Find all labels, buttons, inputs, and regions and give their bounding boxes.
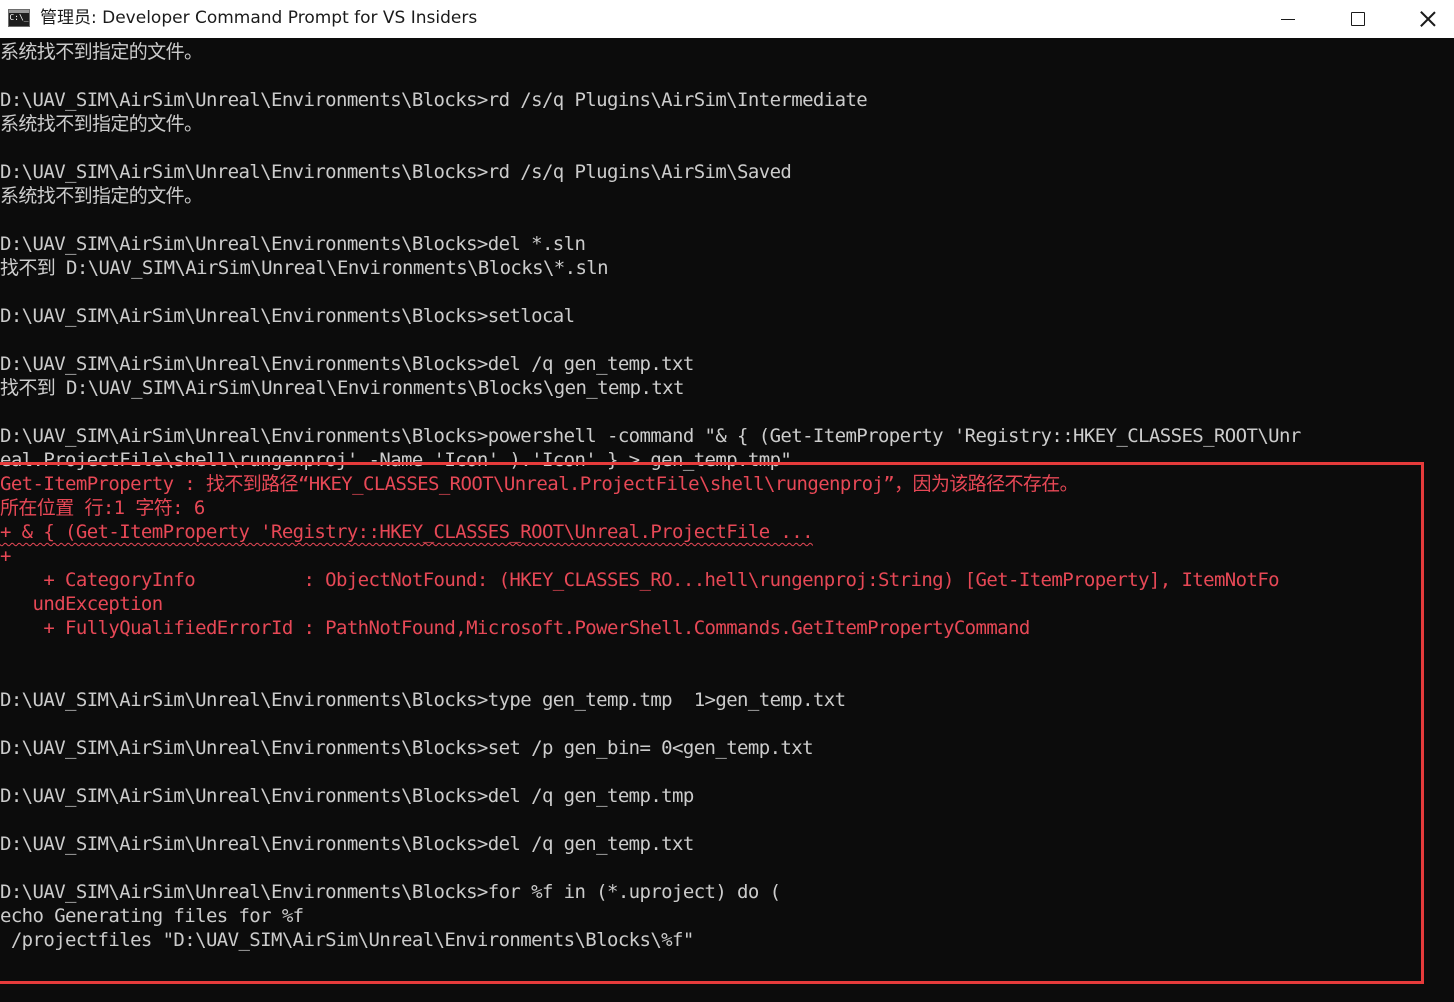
console-line: undException [0,593,164,615]
console-line: 找不到 D:\UAV_SIM\AirSim\Unreal\Environment… [0,257,609,279]
console-line: D:\UAV_SIM\AirSim\Unreal\Environments\Bl… [0,833,694,855]
console-line: 所在位置 行:1 字符: 6 [0,497,205,519]
console-output[interactable]: 系统找不到指定的文件。 D:\UAV_SIM\AirSim\Unreal\Envi… [0,40,1438,1002]
maximize-icon [1351,12,1365,26]
vertical-scrollbar[interactable] [1438,38,1454,1002]
close-icon [1420,11,1436,27]
minimize-button[interactable] [1253,0,1323,38]
minimize-icon [1281,18,1295,20]
console-line: D:\UAV_SIM\AirSim\Unreal\Environments\Bl… [0,161,792,183]
console-line: 系统找不到指定的文件。 [0,113,203,135]
console-line: D:\UAV_SIM\AirSim\Unreal\Environments\Bl… [0,737,814,759]
window-title: 管理员: Developer Command Prompt for VS Ins… [40,8,478,28]
console-line: + [0,545,11,567]
console-line: D:\UAV_SIM\AirSim\Unreal\Environments\Bl… [0,881,781,903]
console-line: D:\UAV_SIM\AirSim\Unreal\Environments\Bl… [0,785,694,807]
title-bar[interactable]: C:\_ 管理员: Developer Command Prompt for V… [0,0,1454,38]
console-line: echo Generating files for %f [0,905,304,927]
maximize-button[interactable] [1323,0,1393,38]
console-line: 系统找不到指定的文件。 [0,41,203,63]
console-line: D:\UAV_SIM\AirSim\Unreal\Environments\Bl… [0,89,868,111]
command-prompt-icon: C:\_ [8,9,30,27]
console-line: /projectfiles "D:\UAV_SIM\AirSim\Unreal\… [0,929,694,951]
console-line: D:\UAV_SIM\AirSim\Unreal\Environments\Bl… [0,353,694,375]
close-button[interactable] [1393,0,1454,38]
console-line: D:\UAV_SIM\AirSim\Unreal\Environments\Bl… [0,233,586,255]
console-line: D:\UAV_SIM\AirSim\Unreal\Environments\Bl… [0,305,575,327]
console-line: + FullyQualifiedErrorId : PathNotFound,M… [0,617,1030,639]
console-line: D:\UAV_SIM\AirSim\Unreal\Environments\Bl… [0,425,1301,447]
console-line: 系统找不到指定的文件。 [0,185,203,207]
console-line: eal.ProjectFile\shell\rungenproj' -Name … [0,449,792,471]
console-line: Get-ItemProperty : 找不到路径“HKEY_CLASSES_RO… [0,473,1079,495]
console-line: 找不到 D:\UAV_SIM\AirSim\Unreal\Environment… [0,377,684,399]
console-line: + & { (Get-ItemProperty 'Registry::HKEY_… [0,521,814,543]
console-line: D:\UAV_SIM\AirSim\Unreal\Environments\Bl… [0,689,846,711]
console-line: + CategoryInfo : ObjectNotFound: (HKEY_C… [0,569,1279,591]
console-window: C:\_ 管理员: Developer Command Prompt for V… [0,0,1454,1002]
